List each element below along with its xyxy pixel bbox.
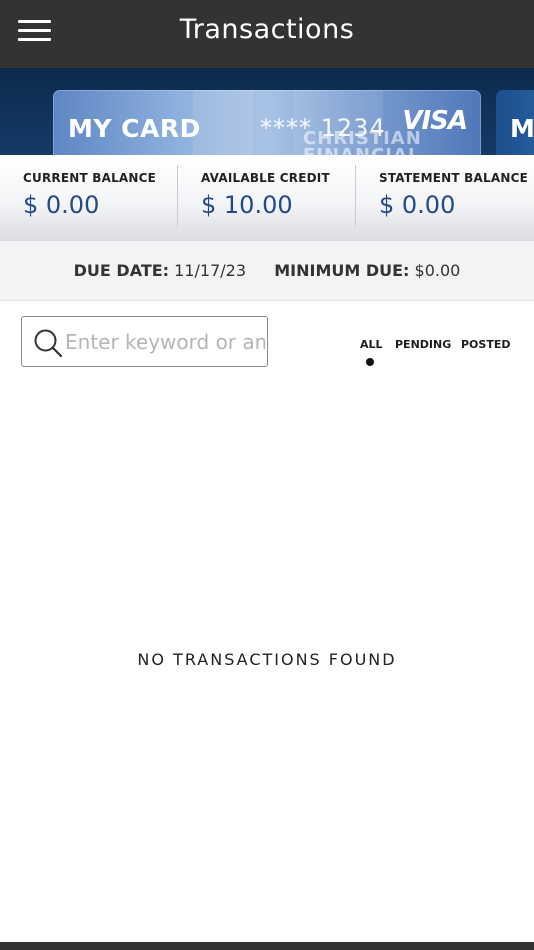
current-balance-value: $ 0.00 xyxy=(23,191,100,219)
statement-balance-label: STATEMENT BALANCE xyxy=(379,171,528,185)
active-tab-indicator xyxy=(366,358,374,366)
current-balance-label: CURRENT BALANCE xyxy=(23,171,157,185)
current-balance: CURRENT BALANCE $ 0.00 xyxy=(0,155,178,241)
card-carousel[interactable]: MY CARD **** 1234 CHRISTIAN FINANCIAL VI… xyxy=(0,68,534,156)
available-credit-label: AVAILABLE CREDIT xyxy=(201,171,330,185)
bottom-bar xyxy=(0,942,534,950)
minimum-due-label: MINIMUM DUE: xyxy=(274,261,410,280)
minimum-due-value: $0.00 xyxy=(414,261,461,280)
transaction-filter-tabs: ALL PENDING POSTED xyxy=(0,338,534,372)
page-title: Transactions xyxy=(179,14,355,45)
tab-all[interactable]: ALL xyxy=(360,338,383,351)
card-name: MY CARD xyxy=(68,114,201,143)
header-bar: Transactions xyxy=(0,0,534,68)
available-credit: AVAILABLE CREDIT $ 10.00 xyxy=(178,155,356,241)
due-info: DUE DATE: 11/17/23 MINIMUM DUE: $0.00 xyxy=(0,261,534,280)
tab-posted[interactable]: POSTED xyxy=(461,338,510,351)
due-info-bar: DUE DATE: 11/17/23 MINIMUM DUE: $0.00 xyxy=(0,241,534,301)
card-next-name: M xyxy=(510,114,534,143)
card-next[interactable]: M xyxy=(496,90,534,156)
tab-pending[interactable]: PENDING xyxy=(395,338,451,351)
statement-balance-value: $ 0.00 xyxy=(379,191,456,219)
statement-balance: STATEMENT BALANCE $ 0.00 xyxy=(356,155,534,241)
empty-state-message: NO TRANSACTIONS FOUND xyxy=(137,650,397,669)
visa-logo: VISA xyxy=(402,106,468,136)
card-number: **** 1234 xyxy=(260,114,386,142)
due-date-value: 11/17/23 xyxy=(174,261,247,280)
balance-summary: CURRENT BALANCE $ 0.00 AVAILABLE CREDIT … xyxy=(0,155,534,241)
due-date-label: DUE DATE: xyxy=(73,261,170,280)
card-my-card[interactable]: MY CARD **** 1234 CHRISTIAN FINANCIAL VI… xyxy=(53,90,481,156)
available-credit-value: $ 10.00 xyxy=(201,191,293,219)
